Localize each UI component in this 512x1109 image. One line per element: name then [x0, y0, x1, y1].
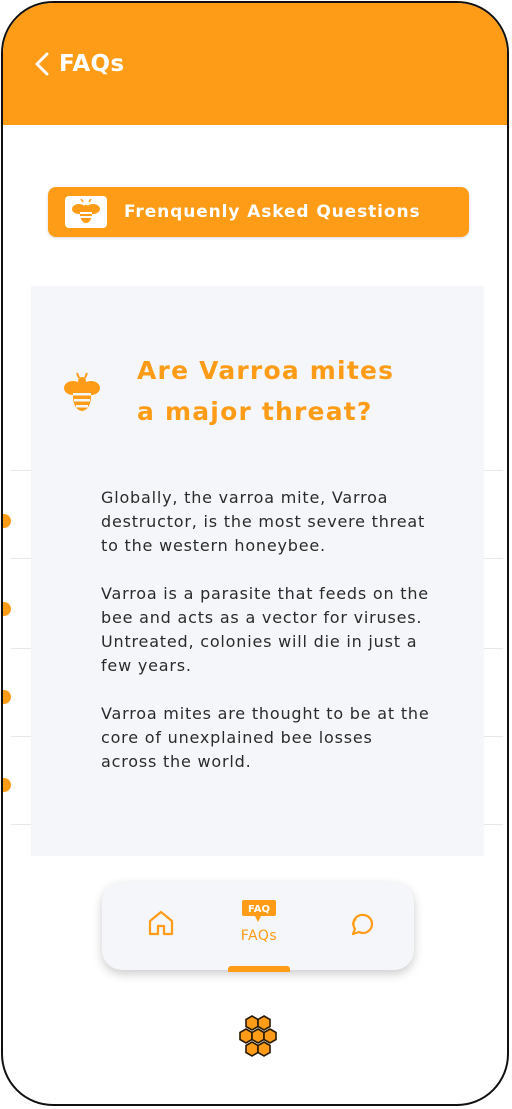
answer-paragraph: Globally, the varroa mite, Varroa destru…	[101, 488, 426, 555]
active-tab-indicator	[228, 966, 290, 972]
faq-badge-text: FAQ	[248, 904, 270, 915]
bottom-navigation: FAQ FAQs	[102, 882, 414, 972]
answer-paragraph: Varroa is a parasite that feeds on the b…	[101, 584, 429, 675]
phone-frame: FAQs Frenquenly Asked Questions Are Varr…	[1, 1, 509, 1106]
question-title: Are Varroa mites a major threat?	[137, 350, 457, 432]
nav-faqs-label: FAQs	[240, 928, 278, 944]
bee-icon	[64, 372, 100, 411]
nav-home[interactable]	[146, 908, 176, 938]
question-title-line: a major threat?	[137, 397, 373, 426]
list-item-dot[interactable]	[3, 602, 11, 616]
list-item-dot[interactable]	[3, 778, 11, 792]
answer-text: Globally, the varroa mite, Varroa destru…	[101, 486, 431, 798]
nav-faqs[interactable]: FAQ FAQs	[234, 898, 284, 944]
nav-chat[interactable]	[347, 910, 377, 940]
faq-answer-modal: Are Varroa mites a major threat? Globall…	[31, 286, 484, 856]
faq-bubble-icon: FAQ	[242, 900, 276, 922]
banner-label: Frenquenly Asked Questions	[124, 202, 421, 222]
answer-paragraph: Varroa mites are thought to be at the co…	[101, 704, 430, 771]
back-button[interactable]: FAQs	[31, 47, 124, 81]
page-title: FAQs	[59, 51, 125, 77]
honeycomb-icon	[239, 1015, 277, 1057]
chat-icon	[351, 913, 374, 936]
chevron-left-icon	[35, 52, 49, 76]
question-title-line: Are Varroa mites	[137, 356, 395, 385]
list-item-dot[interactable]	[3, 514, 11, 528]
list-item-dot[interactable]	[3, 690, 11, 704]
faq-banner: Frenquenly Asked Questions	[48, 187, 469, 237]
home-icon	[148, 910, 174, 936]
bee-icon	[65, 196, 107, 228]
app-header: FAQs	[3, 3, 507, 125]
